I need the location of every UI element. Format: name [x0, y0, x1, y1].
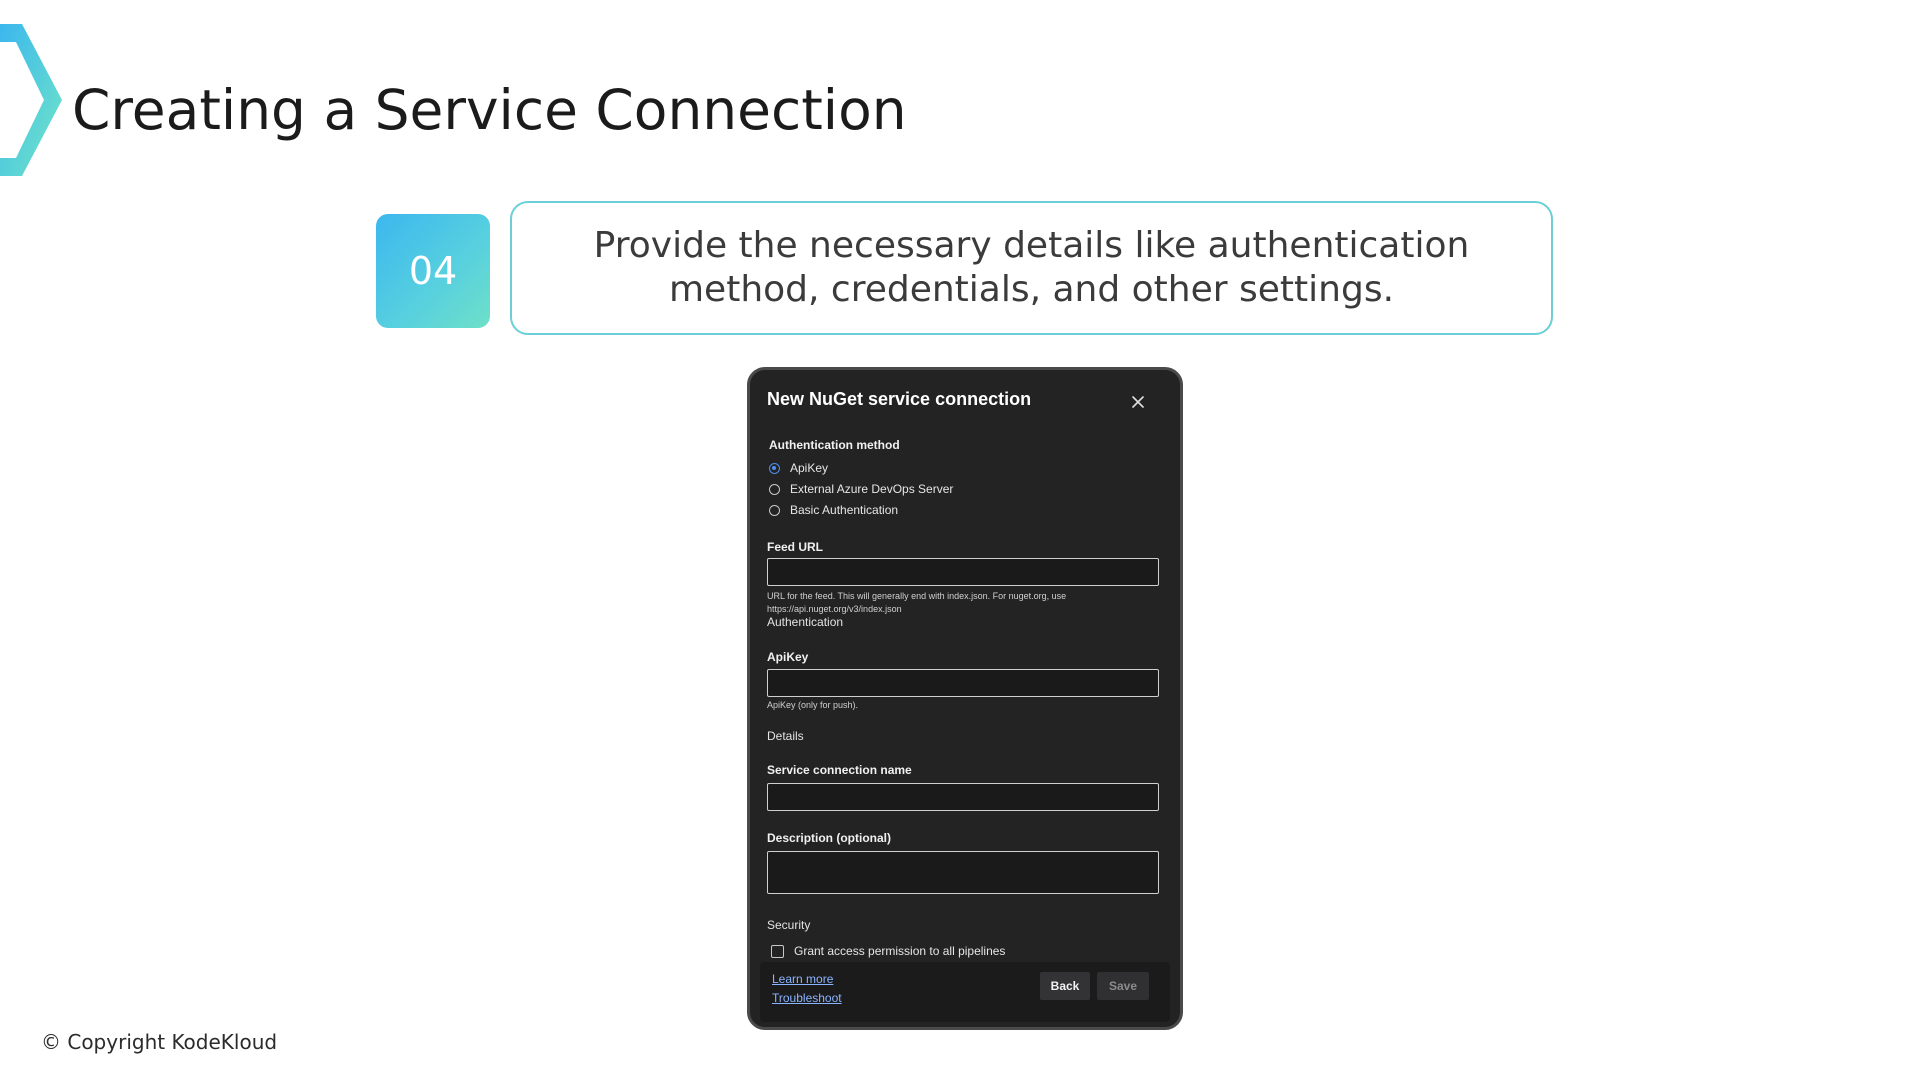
- step-number-badge: 04: [376, 214, 490, 328]
- radio-label: ApiKey: [790, 461, 829, 475]
- decorative-chevron: [0, 24, 62, 176]
- grant-access-checkbox-row[interactable]: Grant access permission to all pipelines: [771, 944, 1005, 958]
- learn-more-link[interactable]: Learn more: [772, 972, 833, 986]
- auth-method-label: Authentication method: [769, 438, 900, 452]
- radio-unchecked-icon[interactable]: [769, 504, 780, 516]
- back-button[interactable]: Back: [1040, 972, 1090, 1000]
- grant-access-checkbox[interactable]: [771, 944, 784, 958]
- close-icon[interactable]: [1128, 392, 1148, 412]
- dialog-footer: Learn more Troubleshoot Back Save: [760, 962, 1170, 1022]
- description-label: Description (optional): [767, 831, 891, 845]
- feed-url-label: Feed URL: [767, 540, 824, 554]
- service-connection-name-input[interactable]: [767, 783, 1159, 811]
- step-description-box: Provide the necessary details like authe…: [510, 201, 1553, 335]
- new-nuget-service-connection-dialog: New NuGet service connection Authenticat…: [747, 367, 1183, 1030]
- radio-unchecked-icon[interactable]: [769, 483, 780, 495]
- dialog-title: New NuGet service connection: [767, 389, 1032, 409]
- security-section-heading: Security: [767, 918, 811, 932]
- step-description: Provide the necessary details like authe…: [593, 225, 1470, 310]
- feed-url-hint-line1: URL for the feed. This will generally en…: [767, 591, 1067, 601]
- troubleshoot-link[interactable]: Troubleshoot: [772, 991, 842, 1005]
- copyright-text: © Copyright KodeKloud: [41, 1030, 278, 1054]
- apikey-hint: ApiKey (only for push).: [767, 700, 859, 710]
- save-button[interactable]: Save: [1097, 972, 1149, 1000]
- slide-title: Creating a Service Connection: [72, 78, 907, 142]
- grant-access-label: Grant access permission to all pipelines: [794, 944, 1006, 958]
- authentication-section-heading: Authentication: [767, 615, 844, 629]
- radio-option-apikey[interactable]: ApiKey: [769, 459, 828, 477]
- radio-label: Basic Authentication: [790, 503, 899, 517]
- service-connection-name-label: Service connection name: [767, 763, 912, 777]
- apikey-label: ApiKey: [767, 650, 809, 664]
- feed-url-hint: URL for the feed. This will generally en…: [767, 590, 1127, 616]
- apikey-input[interactable]: [767, 669, 1159, 697]
- description-input[interactable]: [767, 851, 1159, 894]
- details-section-heading: Details: [767, 729, 804, 743]
- radio-label: External Azure DevOps Server: [790, 482, 954, 496]
- radio-checked-icon[interactable]: [769, 462, 780, 474]
- radio-option-basic-auth[interactable]: Basic Authentication: [769, 501, 898, 519]
- feed-url-input[interactable]: [767, 558, 1159, 586]
- radio-option-external-azure-devops[interactable]: External Azure DevOps Server: [769, 480, 953, 498]
